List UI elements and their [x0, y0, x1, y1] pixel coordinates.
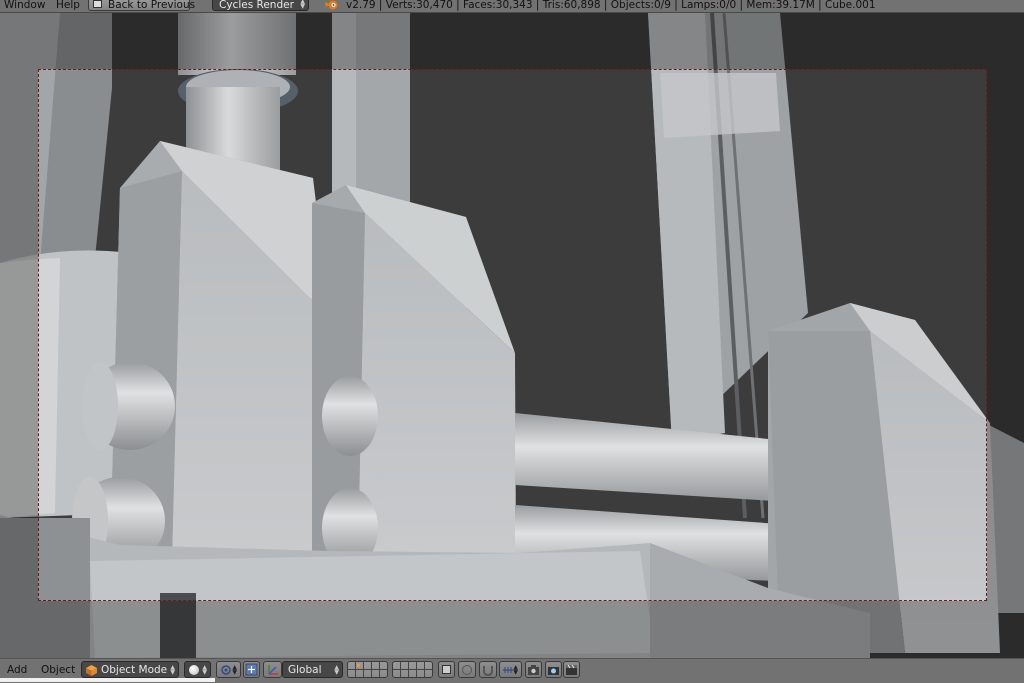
3d-viewport[interactable]	[0, 13, 1024, 658]
active-layer-indicator	[357, 664, 360, 667]
opengl-render-animation-button[interactable]	[563, 661, 580, 678]
dropdown-arrows-icon: ▲ ▼	[334, 664, 339, 676]
proportional-editing-button[interactable]	[458, 661, 476, 678]
scene-statistics: v2.79 | Verts:30,470 | Faces:30,343 | Tr…	[346, 0, 876, 11]
proportional-editing-icon	[462, 665, 472, 675]
back-to-previous-label: Back to Previous	[108, 0, 196, 11]
scene-layers-group-1[interactable]	[347, 661, 388, 678]
snap-element-dropdown[interactable]: ▲ ▼	[499, 661, 522, 678]
viewport-shading-dropdown[interactable]: ▲ ▼	[184, 661, 211, 678]
menu-add[interactable]: Add	[7, 663, 27, 677]
menu-object[interactable]: Object	[41, 663, 75, 677]
pivot-point-dropdown[interactable]: ▲ ▼	[216, 661, 241, 678]
opengl-render-button[interactable]	[525, 661, 542, 678]
dropdown-arrows-icon: ▲ ▼	[513, 664, 518, 676]
render-still-icon	[528, 665, 539, 675]
rendered-scene	[0, 13, 1024, 658]
info-header: Window Help Back to Previous Cycles Rend…	[0, 0, 1024, 13]
object-mode-dropdown[interactable]: Object Mode ▲ ▼	[81, 661, 179, 678]
render-animation-icon	[566, 664, 577, 675]
manipulator-icon	[245, 663, 258, 676]
cube-icon	[86, 665, 97, 676]
dropdown-arrows-icon: ▲ ▼	[300, 0, 305, 10]
render-engine-dropdown[interactable]: Cycles Render ▲ ▼	[212, 0, 309, 11]
snap-toggle-button[interactable]	[479, 661, 497, 678]
transform-orientation-dropdown[interactable]: Global ▲ ▼	[282, 661, 343, 678]
sphere-shading-icon	[189, 665, 199, 675]
dropdown-arrows-icon: ▲ ▼	[202, 664, 207, 676]
lock-camera-button[interactable]	[438, 661, 455, 678]
back-arrow-icon	[93, 0, 102, 8]
blender-logo-icon	[325, 0, 338, 10]
menu-help[interactable]: Help	[56, 0, 80, 11]
manipulator-toggle-button[interactable]	[243, 661, 260, 678]
scene-layers-group-2[interactable]	[392, 661, 433, 678]
magnet-icon	[483, 666, 493, 676]
menu-window[interactable]: Window	[4, 0, 45, 11]
camera-icon	[548, 667, 559, 675]
transform-orientation-label: Global	[288, 664, 322, 676]
dropdown-arrows-icon: ▲ ▼	[232, 664, 237, 676]
render-engine-label: Cycles Render	[219, 0, 294, 11]
object-mode-label: Object Mode	[101, 664, 168, 676]
snap-increment-icon	[503, 667, 513, 673]
status-strip	[0, 678, 215, 682]
opengl-render-still-button[interactable]	[545, 661, 562, 678]
dropdown-arrows-icon: ▲ ▼	[170, 664, 175, 676]
lock-icon	[442, 665, 451, 674]
back-to-previous-button[interactable]: Back to Previous	[88, 0, 195, 11]
pivot-point-icon	[221, 665, 231, 675]
transform-orientation-icon	[268, 665, 278, 675]
transform-orientation-icon-button[interactable]	[263, 661, 282, 678]
